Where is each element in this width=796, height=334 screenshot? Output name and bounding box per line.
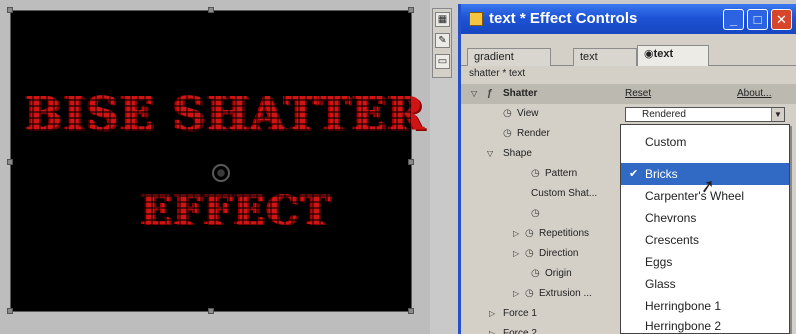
layer-handle-bottom[interactable] — [208, 308, 214, 314]
property-label: View — [517, 108, 539, 119]
view-dropdown-value: Rendered — [642, 109, 686, 120]
tab-text[interactable]: text — [573, 48, 637, 66]
close-button[interactable]: ✕ — [771, 9, 792, 30]
property-label: Direction — [539, 248, 579, 259]
expand-triangle-icon[interactable]: ▷ — [513, 284, 519, 304]
effect-header-row[interactable]: ▽ ƒ Shatter Reset About... — [461, 84, 796, 104]
stopwatch-icon[interactable]: ◷ — [531, 204, 540, 224]
checkmark-icon: ✔ — [629, 168, 639, 180]
menu-item-glass[interactable]: Glass — [621, 273, 789, 295]
layer-handle-bottom-left[interactable] — [7, 308, 13, 314]
tab-lock-icon: ◉ — [644, 48, 654, 60]
layer-handle-top[interactable] — [208, 7, 214, 13]
view-dropdown[interactable]: Rendered ▼ — [625, 107, 785, 122]
window-titlebar[interactable]: text * Effect Controls _ □ ✕ — [461, 4, 796, 34]
stopwatch-icon[interactable]: ◷ — [503, 124, 512, 144]
expand-triangle-icon[interactable]: ▷ — [489, 324, 495, 334]
stopwatch-icon[interactable]: ◷ — [503, 104, 512, 124]
expand-triangle-icon[interactable]: ▽ — [487, 144, 493, 164]
shatter-fragments-overlay — [11, 11, 411, 311]
property-row-view: ◷ View Rendered ▼ — [461, 104, 796, 124]
menu-item-chevrons[interactable]: Chevrons — [621, 207, 789, 229]
pattern-dropdown-menu: Custom ✔ Bricks Carpenter's Wheel Chevro… — [620, 124, 790, 334]
grid-icon[interactable]: ▦ — [435, 12, 450, 27]
app-window-icon — [469, 12, 483, 26]
property-label: Repetitions — [539, 228, 590, 239]
property-label: Shape — [503, 148, 532, 159]
menu-item-eggs[interactable]: Eggs — [621, 251, 789, 273]
fx-switch-icon[interactable]: ƒ — [487, 84, 493, 104]
menu-item-herringbone-1[interactable]: Herringbone 1 — [621, 295, 789, 317]
layer-handle-top-right[interactable] — [408, 7, 414, 13]
composition-viewer: BISE SHATTER EFFECT — [0, 0, 430, 334]
collapse-triangle-icon[interactable]: ▽ — [471, 84, 477, 104]
property-label: Origin — [545, 268, 572, 279]
pen-tool-icon[interactable]: ✎ — [435, 33, 450, 48]
expand-triangle-icon[interactable]: ▷ — [489, 304, 495, 324]
selection-icon[interactable]: ▭ — [435, 54, 450, 69]
stopwatch-icon[interactable]: ◷ — [525, 224, 534, 244]
stopwatch-icon[interactable]: ◷ — [525, 244, 534, 264]
stopwatch-icon[interactable]: ◷ — [531, 164, 540, 184]
stopwatch-icon[interactable]: ◷ — [531, 264, 540, 284]
property-label: Custom Shat... — [531, 188, 598, 199]
tab-strip: gradient text ◉text — [461, 40, 796, 66]
menu-item-label: Bricks — [645, 167, 678, 181]
shattered-text-line-1: BISE SHATTER — [25, 87, 427, 142]
maximize-button[interactable]: □ — [747, 9, 768, 30]
menu-item-crescents[interactable]: Crescents — [621, 229, 789, 251]
menu-item-herringbone-2[interactable]: Herringbone 2 — [621, 315, 789, 334]
anchor-point-icon[interactable] — [212, 164, 230, 182]
dropdown-arrow-icon[interactable]: ▼ — [771, 108, 784, 121]
layer-handle-right[interactable] — [408, 159, 414, 165]
tab-text-active[interactable]: ◉text — [637, 45, 709, 66]
property-label: Pattern — [545, 168, 578, 179]
property-label: Force 2 — [503, 328, 537, 334]
reset-link[interactable]: Reset — [625, 84, 651, 104]
tab-gradient[interactable]: gradient — [467, 48, 551, 66]
effect-name: Shatter — [503, 88, 538, 99]
tab-text-label: text — [653, 48, 674, 60]
layer-handle-bottom-right[interactable] — [408, 308, 414, 314]
tool-palette: ▦ ✎ ▭ — [432, 8, 452, 78]
property-label: Force 1 — [503, 308, 537, 319]
property-label: Render — [517, 128, 550, 139]
about-link[interactable]: About... — [737, 84, 771, 104]
composition-canvas[interactable]: BISE SHATTER EFFECT — [7, 7, 425, 314]
window-title: text * Effect Controls — [489, 10, 638, 27]
property-label: Extrusion ... — [539, 288, 592, 299]
minimize-button[interactable]: _ — [723, 9, 744, 30]
menu-item-custom[interactable]: Custom — [621, 131, 789, 153]
stopwatch-icon[interactable]: ◷ — [525, 284, 534, 304]
shattered-text-line-2: EFFECT — [141, 187, 333, 234]
layer-handle-top-left[interactable] — [7, 7, 13, 13]
expand-triangle-icon[interactable]: ▷ — [513, 244, 519, 264]
breadcrumb: shatter * text — [469, 68, 526, 79]
layer-handle-left[interactable] — [7, 159, 13, 165]
expand-triangle-icon[interactable]: ▷ — [513, 224, 519, 244]
